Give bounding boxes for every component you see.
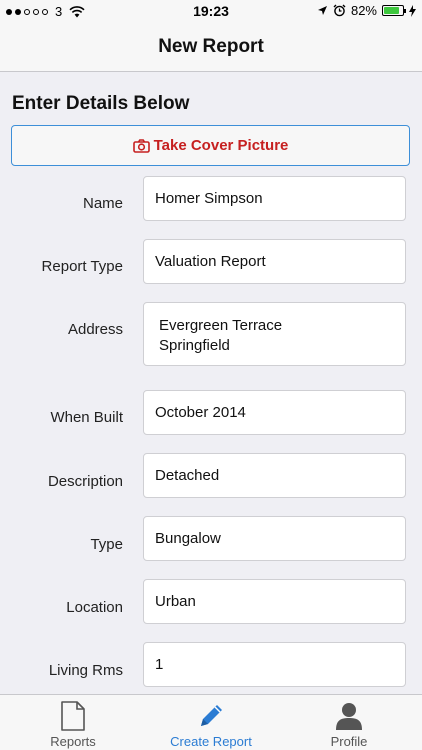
person-icon bbox=[336, 703, 362, 730]
pencil-icon bbox=[201, 705, 222, 726]
description-value: Detached bbox=[155, 467, 220, 484]
report-form[interactable]: Enter Details Below Take Cover Picture N… bbox=[0, 73, 422, 694]
tab-reports-label: Reports bbox=[50, 734, 96, 749]
when-built-value: October 2014 bbox=[155, 404, 246, 421]
battery-level-fill bbox=[384, 7, 399, 14]
tab-create-report[interactable]: Create Report bbox=[141, 695, 281, 750]
location-value: Urban bbox=[155, 593, 196, 610]
tab-bar: Reports Create Report Profile bbox=[0, 694, 422, 750]
name-field[interactable]: Homer Simpson bbox=[143, 176, 406, 221]
section-title: Enter Details Below bbox=[12, 93, 190, 114]
tab-create-report-label: Create Report bbox=[170, 734, 252, 749]
camera-icon bbox=[132, 138, 150, 153]
living-rms-field[interactable]: 1 bbox=[143, 642, 406, 687]
when-built-label: When Built bbox=[50, 409, 123, 426]
name-value: Homer Simpson bbox=[155, 190, 263, 207]
type-field[interactable]: Bungalow bbox=[143, 516, 406, 561]
report-type-label: Report Type bbox=[41, 258, 123, 275]
page-title: New Report bbox=[158, 35, 264, 57]
address-field[interactable]: Evergreen Terrace Springfield bbox=[143, 302, 406, 366]
tab-profile[interactable]: Profile bbox=[279, 695, 419, 750]
report-type-field[interactable]: Valuation Report bbox=[143, 239, 406, 284]
location-arrow-icon bbox=[317, 6, 327, 15]
living-rms-value: 1 bbox=[155, 656, 164, 673]
address-line-2: Springfield bbox=[159, 337, 230, 354]
type-value: Bungalow bbox=[155, 530, 221, 547]
location-field[interactable]: Urban bbox=[143, 579, 406, 624]
battery-icon bbox=[382, 5, 406, 16]
description-field[interactable]: Detached bbox=[143, 453, 406, 498]
take-cover-picture-button[interactable]: Take Cover Picture bbox=[11, 125, 410, 166]
address-line-1: Evergreen Terrace bbox=[159, 317, 283, 334]
status-bar: 3 19:23 82% bbox=[0, 0, 422, 22]
navigation-bar: New Report bbox=[0, 22, 422, 72]
description-label: Description bbox=[47, 473, 123, 490]
document-icon bbox=[61, 701, 85, 731]
cover-button-label: Take Cover Picture bbox=[153, 137, 289, 154]
report-type-value: Valuation Report bbox=[155, 253, 266, 270]
charging-bolt-icon bbox=[409, 4, 416, 17]
status-right: 82% bbox=[317, 3, 416, 18]
living-rms-label: Living Rms bbox=[48, 662, 123, 679]
alarm-clock-icon bbox=[333, 4, 346, 17]
tab-reports[interactable]: Reports bbox=[3, 695, 143, 750]
when-built-field[interactable]: October 2014 bbox=[143, 390, 406, 435]
address-label: Address bbox=[67, 321, 123, 338]
type-label: Type bbox=[90, 536, 123, 553]
tab-profile-label: Profile bbox=[330, 734, 368, 749]
location-label: Location bbox=[66, 599, 123, 616]
name-label: Name bbox=[82, 195, 123, 212]
battery-percent: 82% bbox=[350, 3, 377, 18]
